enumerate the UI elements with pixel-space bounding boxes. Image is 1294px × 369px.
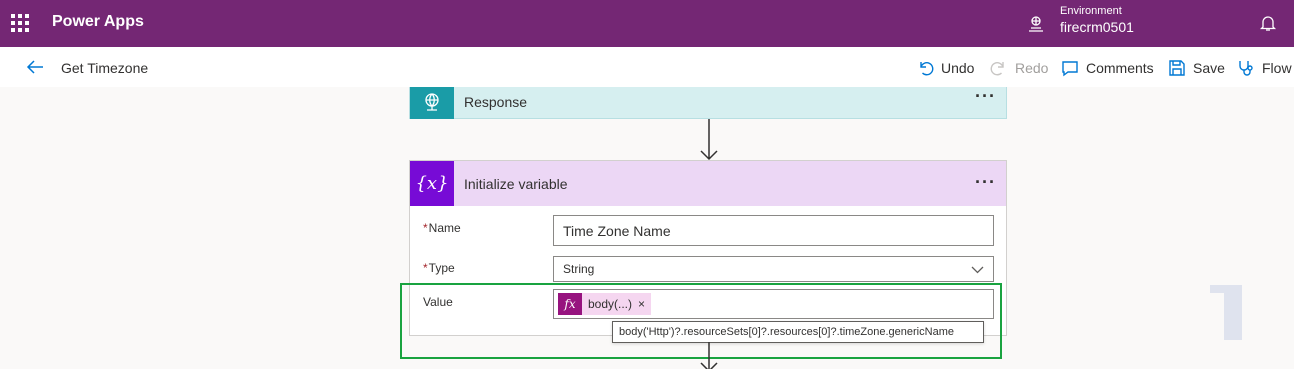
comment-icon	[1062, 61, 1078, 77]
undo-label: Undo	[941, 60, 975, 76]
flow-title: Get Timezone	[61, 60, 149, 76]
environment-name[interactable]: firecrm0501	[1060, 19, 1134, 35]
response-action-card[interactable]: Response ···	[409, 87, 1007, 119]
response-more-options[interactable]: ···	[975, 87, 996, 105]
expression-tooltip: body('Http')?.resourceSets[0]?.resources…	[612, 321, 984, 343]
comments-label: Comments	[1086, 60, 1154, 76]
save-button[interactable]: Save	[1168, 59, 1225, 77]
undo-button[interactable]: Undo	[916, 59, 974, 77]
undo-icon	[920, 62, 934, 76]
side-decoration	[1210, 285, 1242, 340]
redo-label: Redo	[1015, 60, 1049, 76]
flow-canvas[interactable]: Response ··· {x} Initialize variable ···…	[0, 87, 1294, 369]
type-label: *Type	[423, 261, 455, 275]
save-label: Save	[1193, 60, 1225, 76]
type-select[interactable]: String	[553, 256, 994, 282]
flow-checker-button[interactable]: Flow c	[1237, 59, 1294, 77]
app-name[interactable]: Power Apps	[52, 13, 144, 31]
connector-arrow	[700, 119, 718, 161]
variable-card-title: Initialize variable	[464, 176, 568, 192]
comments-button[interactable]: Comments	[1061, 59, 1154, 77]
response-title: Response	[464, 94, 528, 110]
app-bar: Power Apps Environment firecrm0501	[0, 0, 1294, 47]
globe-icon	[410, 87, 454, 119]
connector-arrow-bottom	[700, 342, 718, 369]
flow-checker-label: Flow c	[1262, 60, 1294, 76]
name-label: *Name	[423, 221, 461, 235]
back-arrow-icon[interactable]	[25, 57, 45, 77]
variable-card-header[interactable]: {x} Initialize variable ···	[410, 161, 1006, 206]
waffle-icon[interactable]	[11, 14, 29, 32]
stethoscope-icon	[1239, 61, 1253, 76]
save-icon	[1169, 60, 1185, 76]
environment-icon[interactable]	[1026, 14, 1046, 34]
variable-icon: {x}	[410, 161, 454, 206]
command-bar: Get Timezone Undo Redo Comments Save Flo…	[0, 47, 1294, 87]
name-input[interactable]: Time Zone Name	[553, 215, 994, 246]
variable-more-options[interactable]: ···	[975, 173, 996, 191]
chevron-down-icon	[971, 266, 984, 274]
redo-icon	[990, 62, 1004, 76]
environment-label: Environment	[1060, 5, 1122, 17]
redo-button[interactable]: Redo	[990, 59, 1048, 77]
bell-icon[interactable]	[1259, 14, 1277, 32]
